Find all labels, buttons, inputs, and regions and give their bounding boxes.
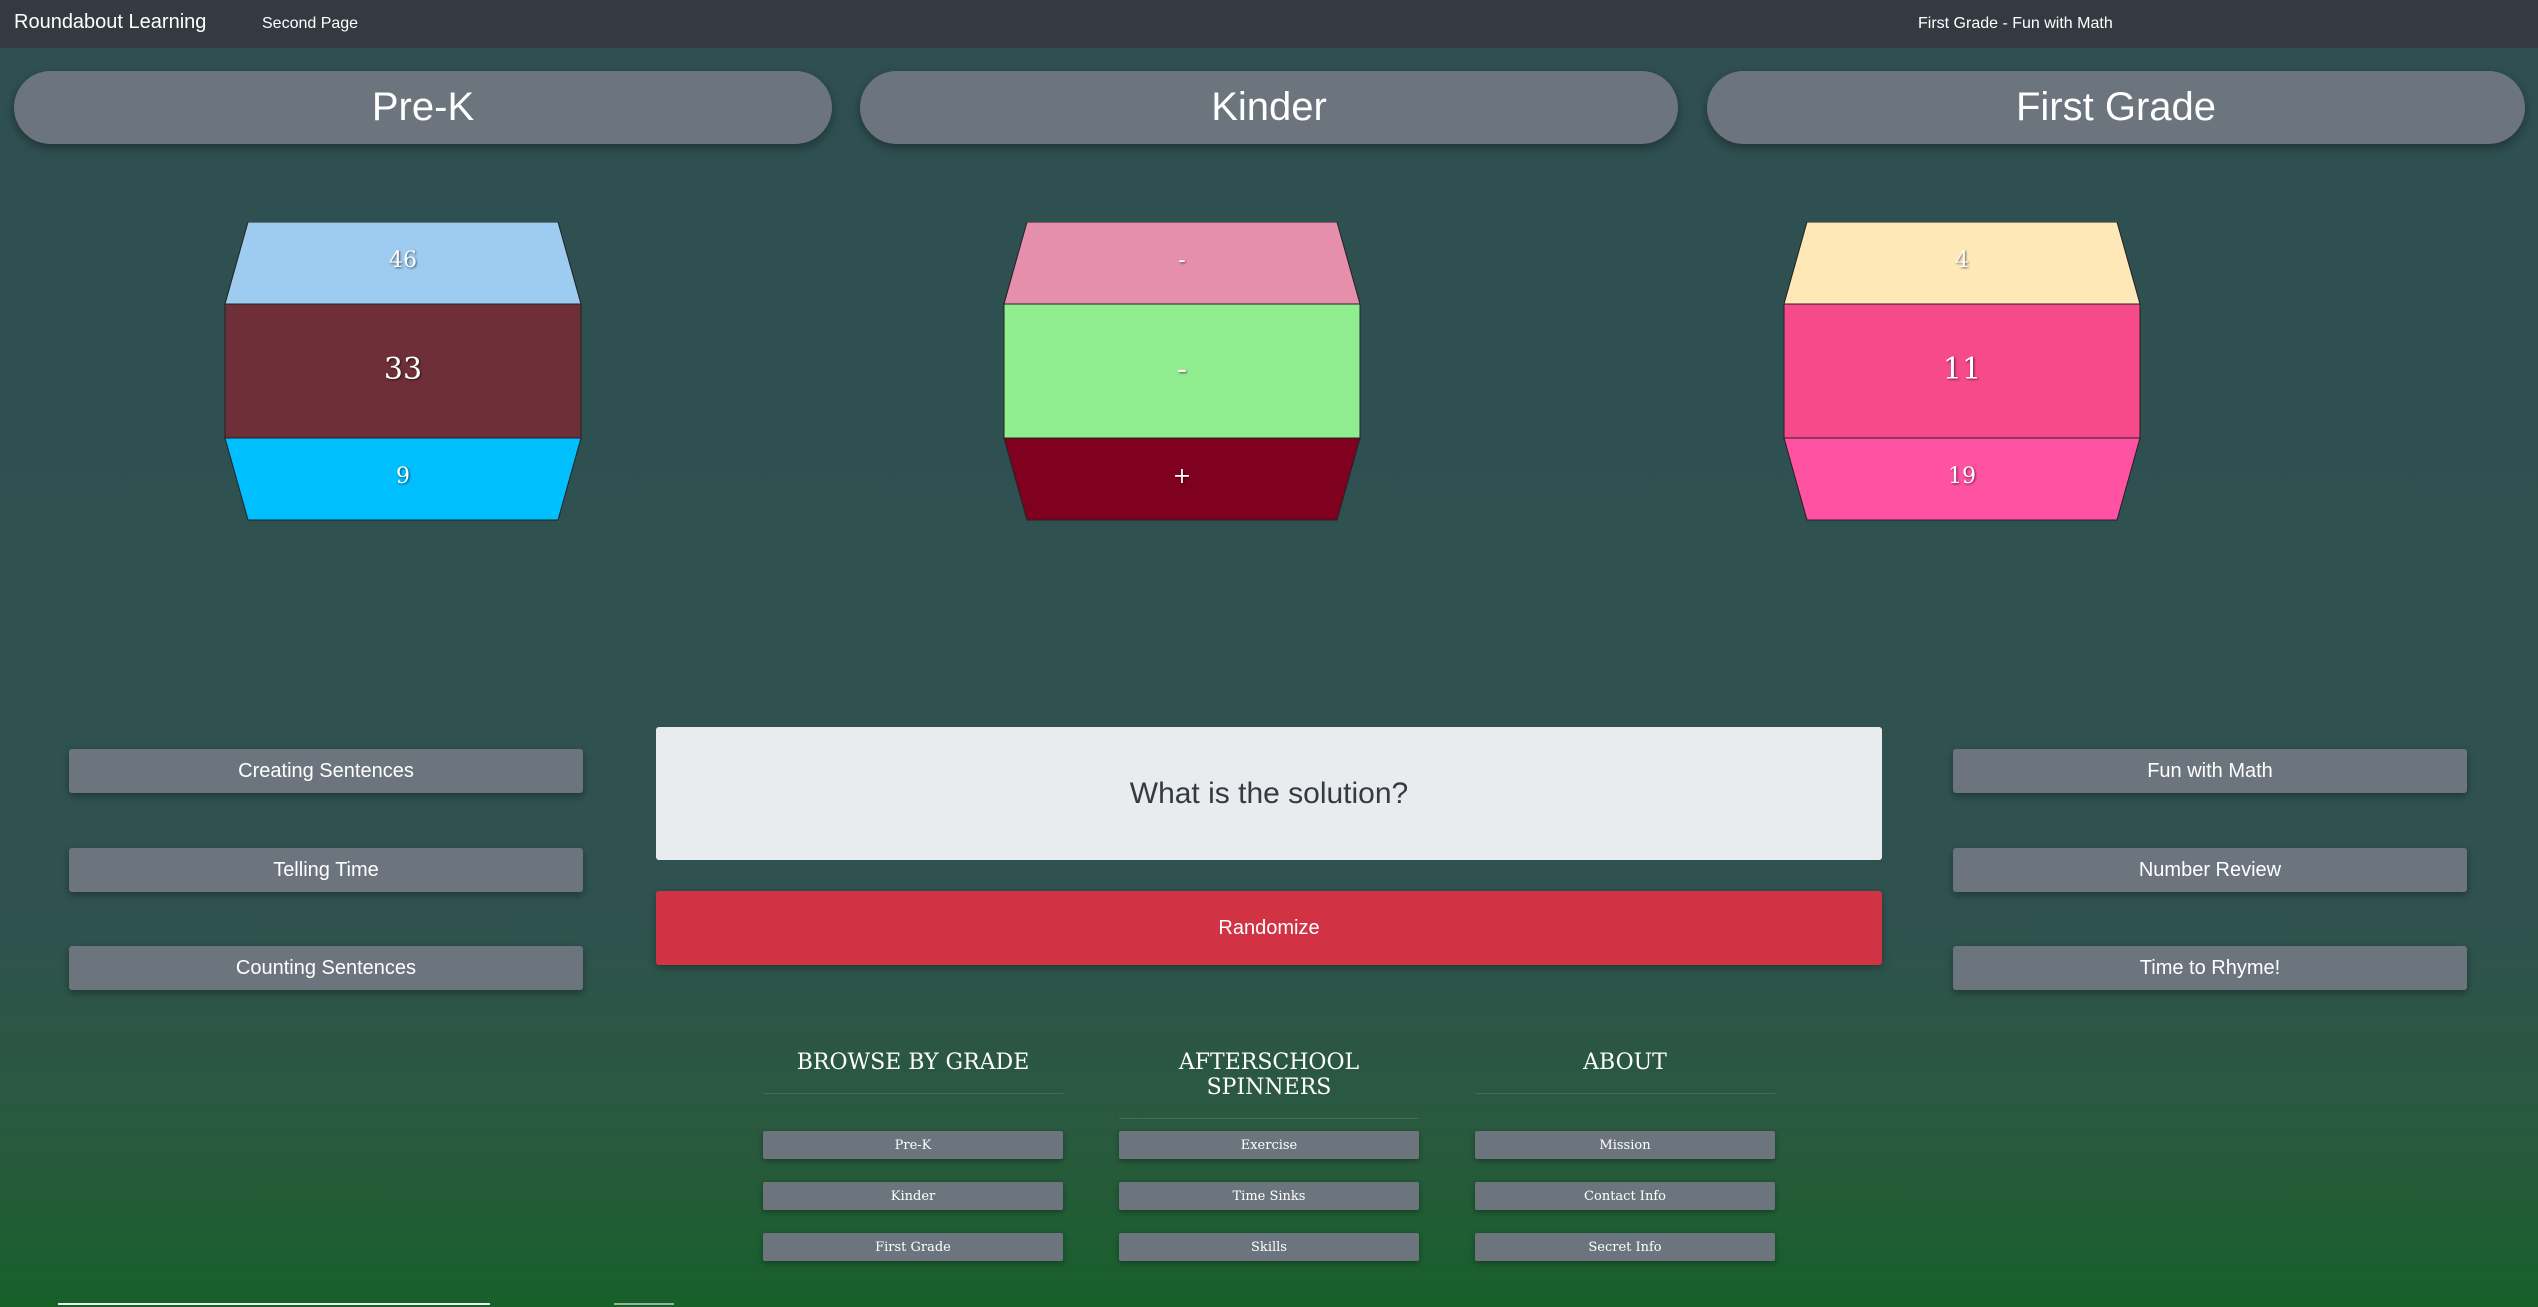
spinner-middle-value: - bbox=[1176, 352, 1188, 387]
number-review-button[interactable]: Number Review bbox=[1953, 848, 2467, 892]
footer-link-skills[interactable]: Skills bbox=[1119, 1233, 1419, 1261]
footer-heading: ABOUT bbox=[1475, 1050, 1775, 1094]
spinner-bottom-value: 19 bbox=[1948, 464, 1976, 489]
spinner-top-value: 4 bbox=[1955, 248, 1969, 273]
grade-button-first-grade[interactable]: First Grade bbox=[1707, 71, 2525, 144]
spinner-middle-value: 33 bbox=[383, 352, 423, 387]
telling-time-button[interactable]: Telling Time bbox=[69, 848, 583, 892]
footer-link-kinder[interactable]: Kinder bbox=[763, 1182, 1063, 1210]
footer-heading: BROWSE BY GRADE bbox=[763, 1050, 1063, 1094]
footer-divider bbox=[58, 1303, 490, 1305]
grade-button-kinder[interactable]: Kinder bbox=[860, 71, 1678, 144]
spinner-top-value: - bbox=[1178, 248, 1186, 273]
spinner-middle-value: 11 bbox=[1942, 352, 1982, 387]
footer-about: ABOUT Mission Contact Info Secret Info bbox=[1475, 1050, 1775, 1261]
footer-heading: AFTERSCHOOL SPINNERS bbox=[1119, 1050, 1419, 1119]
grade-button-pre-k[interactable]: Pre-K bbox=[14, 71, 832, 144]
footer-divider bbox=[614, 1303, 674, 1305]
question-box: What is the solution? bbox=[656, 727, 1882, 860]
footer-link-mission[interactable]: Mission bbox=[1475, 1131, 1775, 1159]
spinner-pre-k[interactable]: 46 33 9 bbox=[223, 222, 583, 522]
nav-current-page-label[interactable]: First Grade - Fun with Math bbox=[1918, 15, 2113, 33]
spinner-bottom-value: + bbox=[1172, 464, 1192, 489]
brand-link[interactable]: Roundabout Learning bbox=[14, 11, 206, 34]
footer-link-pre-k[interactable]: Pre-K bbox=[763, 1131, 1063, 1159]
spinner-bottom-value: 9 bbox=[396, 464, 410, 489]
footer-link-first-grade[interactable]: First Grade bbox=[763, 1233, 1063, 1261]
counting-sentences-button[interactable]: Counting Sentences bbox=[69, 946, 583, 990]
creating-sentences-button[interactable]: Creating Sentences bbox=[69, 749, 583, 793]
footer-link-exercise[interactable]: Exercise bbox=[1119, 1131, 1419, 1159]
footer-link-time-sinks[interactable]: Time Sinks bbox=[1119, 1182, 1419, 1210]
spinner-top-value: 46 bbox=[389, 248, 417, 273]
footer-link-contact-info[interactable]: Contact Info bbox=[1475, 1182, 1775, 1210]
randomize-button[interactable]: Randomize bbox=[656, 891, 1882, 965]
spinner-first-grade[interactable]: 4 11 19 bbox=[1782, 222, 2142, 522]
spinner-kinder[interactable]: - - + bbox=[1002, 222, 1362, 522]
footer-afterschool-spinners: AFTERSCHOOL SPINNERS Exercise Time Sinks… bbox=[1119, 1050, 1419, 1261]
top-navbar: Roundabout Learning Second Page First Gr… bbox=[0, 0, 2538, 48]
time-to-rhyme-button[interactable]: Time to Rhyme! bbox=[1953, 946, 2467, 990]
footer-link-secret-info[interactable]: Secret Info bbox=[1475, 1233, 1775, 1261]
fun-with-math-button[interactable]: Fun with Math bbox=[1953, 749, 2467, 793]
nav-link-second-page[interactable]: Second Page bbox=[262, 15, 358, 33]
footer-browse-by-grade: BROWSE BY GRADE Pre-K Kinder First Grade bbox=[763, 1050, 1063, 1261]
